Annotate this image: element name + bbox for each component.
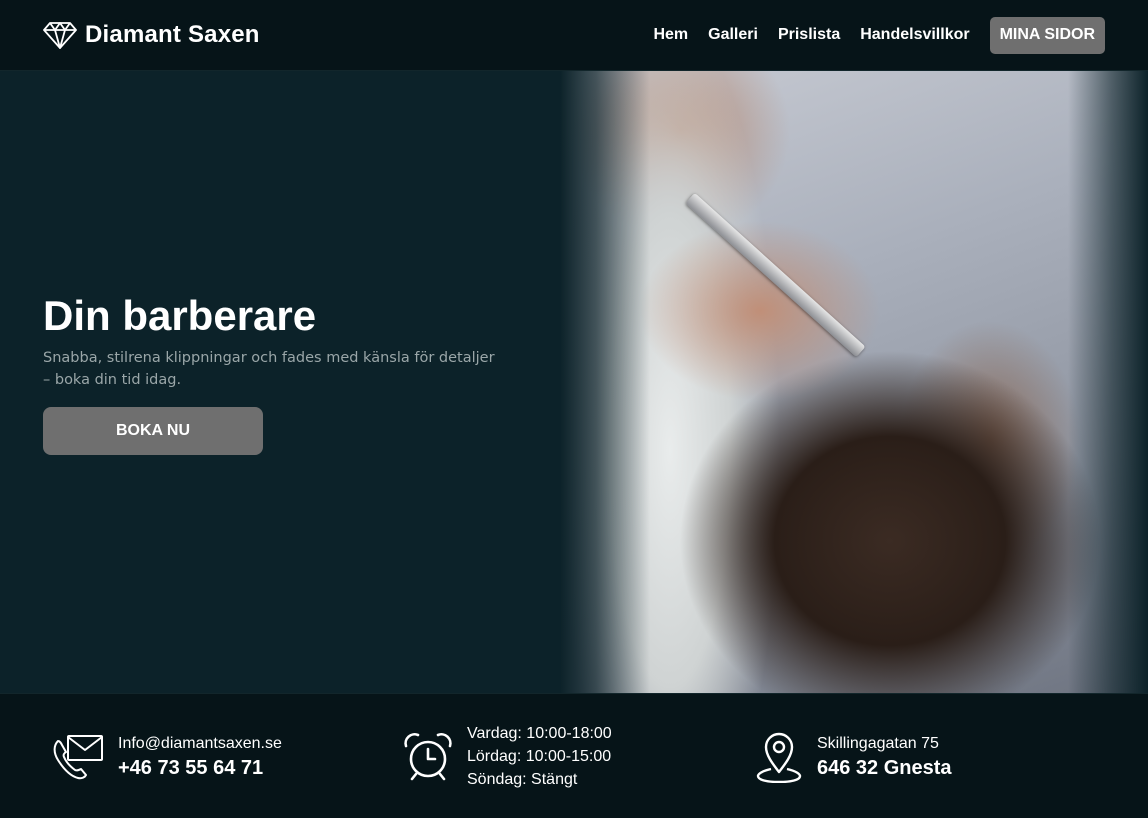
opening-hours: Vardag: 10:00-18:00 Lördag: 10:00-15:00 …: [403, 694, 612, 818]
hero-subtitle-line-1: Snabba, stilrena klippningar och fades m…: [43, 350, 495, 366]
hero-title: Din barberare: [43, 292, 317, 339]
hours-weekday: Vardag: 10:00-18:00: [467, 725, 612, 742]
address-city: 646 32 Gnesta: [817, 757, 952, 779]
diamond-icon: [43, 22, 77, 49]
info-bar: Info@diamantsaxen.se +46 73 55 64 71 Var…: [0, 693, 1148, 818]
book-now-button[interactable]: BOKA NU: [43, 407, 263, 455]
nav-link-handelsvillkor[interactable]: Handelsvillkor: [860, 26, 969, 44]
hero-subtitle: Snabba, stilrena klippningar och fades m…: [43, 347, 523, 391]
brand-name: Diamant Saxen: [85, 21, 260, 48]
alarm-clock-icon: [404, 732, 452, 780]
hours-sunday: Söndag: Stängt: [467, 771, 578, 788]
address-info: Skillingagatan 75 646 32 Gnesta: [755, 694, 952, 818]
mina-sidor-button[interactable]: MINA SIDOR: [989, 16, 1105, 54]
contact-phone[interactable]: +46 73 55 64 71: [118, 755, 282, 781]
hero-barber-image: [560, 71, 1148, 693]
site-header: Diamant Saxen Hem Galleri Prislista Hand…: [0, 0, 1148, 71]
razor-blade-shape: [685, 192, 866, 358]
main-nav: Hem Galleri Prislista Handelsvillkor MIN…: [653, 16, 1105, 54]
contact-email[interactable]: Info@diamantsaxen.se: [118, 732, 282, 755]
hero-content: Din barberare Snabba, stilrena klippning…: [43, 291, 523, 455]
hours-saturday: Lördag: 10:00-15:00: [467, 748, 612, 765]
nav-link-hem[interactable]: Hem: [653, 26, 688, 44]
contact-info: Info@diamantsaxen.se +46 73 55 64 71: [52, 694, 282, 818]
nav-link-galleri[interactable]: Galleri: [708, 26, 758, 44]
hero-section: Din barberare Snabba, stilrena klippning…: [0, 71, 1148, 693]
phone-mail-icon: [53, 734, 103, 779]
nav-link-prislista[interactable]: Prislista: [778, 26, 840, 44]
hero-subtitle-line-2: – boka din tid idag.: [43, 372, 182, 388]
location-pin-icon: [756, 732, 802, 783]
address-street: Skillingagatan 75: [817, 735, 939, 752]
brand-logo[interactable]: Diamant Saxen: [43, 20, 260, 50]
